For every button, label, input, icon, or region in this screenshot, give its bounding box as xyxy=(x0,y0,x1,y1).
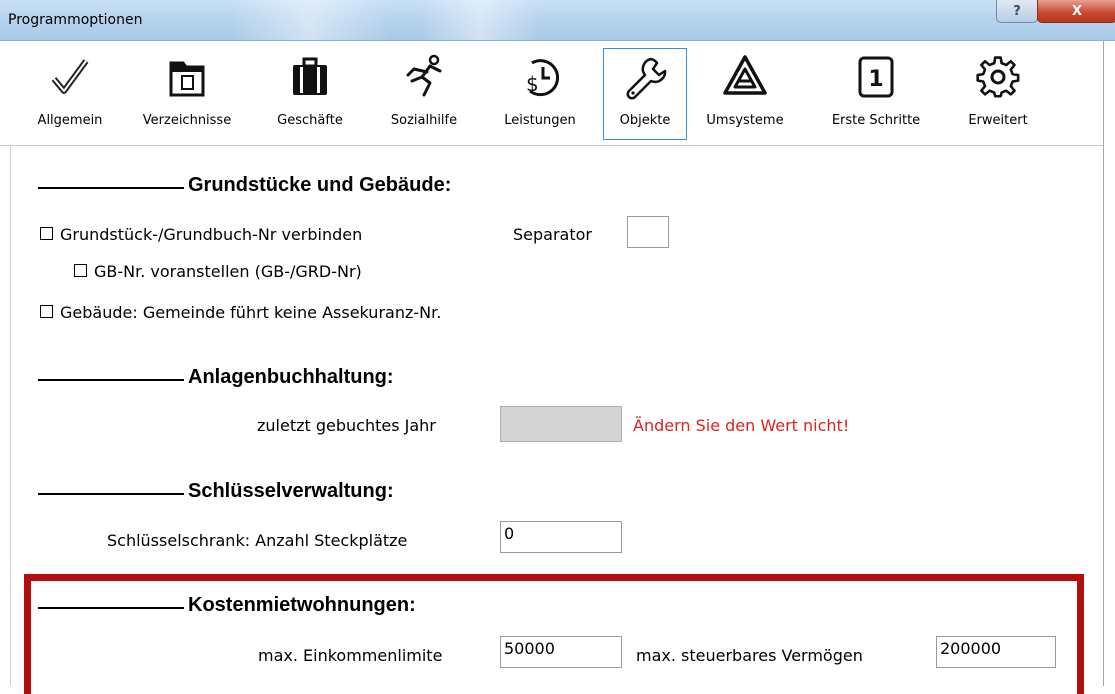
tab-label: Sozialhilfe xyxy=(390,113,458,128)
warning-text: Ändern Sie den Wert nicht! xyxy=(633,416,850,435)
steckplaetze-label: Schlüsselschrank: Anzahl Steckplätze xyxy=(107,531,408,550)
money-clock-icon: $ xyxy=(526,59,560,97)
title-bar-gloss xyxy=(230,0,390,40)
wrench-icon xyxy=(626,57,667,100)
vermoegen-input[interactable]: 200000 xyxy=(936,636,1056,668)
heading-rule xyxy=(38,607,184,609)
window-title: Programmoptionen xyxy=(8,12,143,28)
heading-rule xyxy=(38,187,184,189)
tab-erste-schritte[interactable]: 1 Erste Schritte xyxy=(820,49,932,141)
tab-label: Verzeichnisse xyxy=(142,113,232,128)
triangle-logo-icon xyxy=(723,55,767,95)
checkbox-box[interactable] xyxy=(40,227,53,240)
tab-geschaefte[interactable]: Geschäfte xyxy=(270,49,350,141)
tab-label: Leistungen xyxy=(504,113,576,128)
verbinden-label: Grundstück-/Grundbuch-Nr verbinden xyxy=(60,225,363,244)
tab-umsysteme[interactable]: Umsysteme xyxy=(700,49,790,141)
help-icon: ? xyxy=(1013,3,1021,19)
folder-icon xyxy=(169,61,205,97)
heading-rule xyxy=(38,379,184,381)
tab-label: Erste Schritte xyxy=(831,113,921,128)
tab-label: Allgemein xyxy=(37,113,103,128)
briefcase-icon xyxy=(293,57,327,95)
section-heading-kosten: Kostenmietwohnungen: xyxy=(38,594,416,617)
jahr-label: zuletzt gebuchtes Jahr xyxy=(257,416,436,435)
tab-label: Objekte xyxy=(619,113,671,128)
tab-verzeichnisse[interactable]: Verzeichnisse xyxy=(132,49,242,141)
checkbox-box[interactable] xyxy=(74,264,87,277)
number-one-icon: 1 xyxy=(858,56,894,98)
window-border xyxy=(1103,41,1104,686)
tab-label: Erweitert xyxy=(968,113,1028,128)
section-heading-anlagen: Anlagenbuchhaltung: xyxy=(38,366,394,389)
voranstellen-checkbox[interactable]: GB-Nr. voranstellen (GB-/GRD-Nr) xyxy=(74,262,362,281)
tab-objekte[interactable]: Objekte xyxy=(603,48,687,140)
highlight-box xyxy=(24,574,1084,694)
einkommen-label: max. Einkommenlimite xyxy=(258,646,443,665)
gear-icon xyxy=(976,56,1020,98)
title-bar: Programmoptionen ? X xyxy=(0,0,1115,41)
assekuranz-checkbox[interactable]: Gebäude: Gemeinde führt keine Assekuranz… xyxy=(40,303,441,322)
section-heading-schluessel: Schlüsselverwaltung: xyxy=(38,480,394,503)
verbinden-checkbox[interactable]: Grundstück-/Grundbuch-Nr verbinden xyxy=(40,225,362,244)
title-bar-gloss xyxy=(420,0,540,40)
einkommen-input[interactable]: 50000 xyxy=(500,636,622,668)
tab-sozialhilfe[interactable]: Sozialhilfe xyxy=(380,49,468,141)
heading-rule xyxy=(38,493,184,495)
svg-text:$: $ xyxy=(526,72,539,96)
help-button[interactable]: ? xyxy=(996,0,1038,23)
close-icon: X xyxy=(1071,3,1083,19)
checkmark-icon xyxy=(51,59,89,94)
tab-label: Geschäfte xyxy=(277,113,343,128)
tab-allgemein[interactable]: Allgemein xyxy=(20,49,120,141)
jahr-input xyxy=(500,406,622,442)
section-heading-grundstuecke: Grundstücke und Gebäude: xyxy=(38,174,451,197)
close-button[interactable]: X xyxy=(1037,0,1115,23)
options-toolbar: Allgemein Verzeichnisse Geschäfte Sozial… xyxy=(0,41,1103,146)
checkbox-box[interactable] xyxy=(40,305,53,318)
voranstellen-label: GB-Nr. voranstellen (GB-/GRD-Nr) xyxy=(94,262,362,281)
tab-leistungen[interactable]: $ Leistungen xyxy=(490,49,590,141)
assekuranz-label: Gebäude: Gemeinde führt keine Assekuranz… xyxy=(60,303,442,322)
separator-label: Separator xyxy=(513,225,592,244)
tab-erweitert[interactable]: Erweitert xyxy=(955,49,1041,141)
vermoegen-label: max. steuerbares Vermögen xyxy=(636,646,863,665)
svg-text:1: 1 xyxy=(868,67,883,92)
separator-input[interactable] xyxy=(627,216,669,248)
steckplaetze-input[interactable]: 0 xyxy=(500,521,622,553)
panel-border xyxy=(10,145,11,686)
tab-label: Umsysteme xyxy=(706,113,784,128)
walking-person-icon xyxy=(406,54,442,97)
